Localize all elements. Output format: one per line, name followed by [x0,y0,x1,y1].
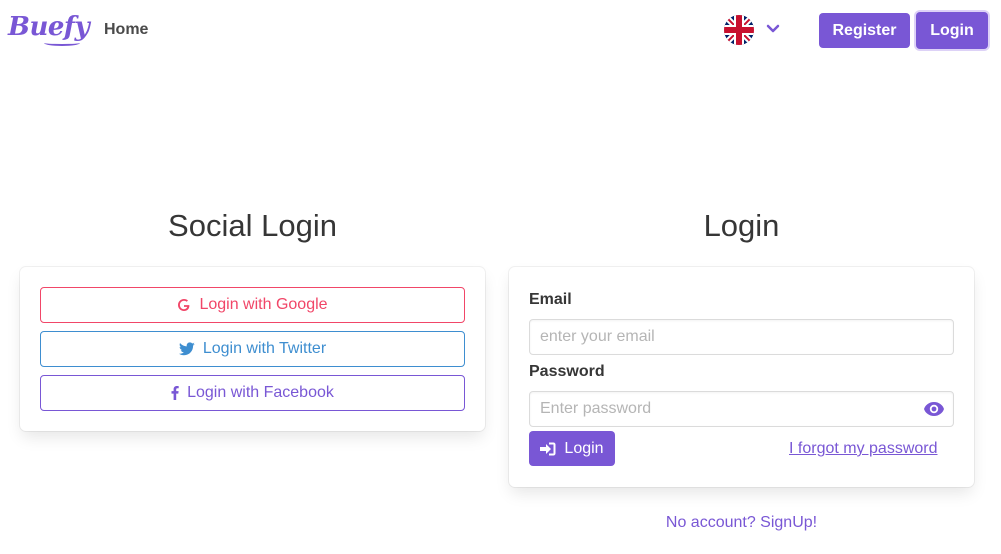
google-button-label: Login with Google [199,296,328,313]
login-with-twitter-button[interactable]: Login with Twitter [40,331,465,367]
social-login-box: Login with Google Login with Twitter Log… [20,267,485,431]
logo-swash [44,40,80,46]
twitter-button-label: Login with Twitter [202,340,327,357]
login-form-box: Email Password Login I forgot my passwor… [509,267,974,487]
chevron-down-icon [766,21,780,39]
nav-home-link[interactable]: Home [104,21,148,39]
social-login-title: Social Login [168,208,337,243]
login-with-facebook-button[interactable]: Login with Facebook [40,375,465,411]
password-label: Password [529,363,605,380]
brand-logo[interactable]: Buefy [8,12,90,42]
email-field[interactable] [529,319,954,355]
facebook-button-label: Login with Facebook [187,384,334,401]
login-nav-button[interactable]: Login [916,12,988,49]
eye-icon[interactable] [923,401,945,422]
language-selector[interactable] [724,14,784,46]
google-icon [177,298,191,312]
forgot-password-link[interactable]: I forgot my password [789,440,938,458]
email-label: Email [529,291,572,308]
signup-link[interactable]: No account? SignUp! [509,514,974,532]
login-submit-button[interactable]: Login [529,431,615,466]
twitter-icon [178,342,195,356]
password-field[interactable] [529,391,954,427]
sign-in-icon [540,442,556,456]
login-title: Login [703,208,780,243]
register-button[interactable]: Register [819,13,910,48]
navbar: Buefy Home Register Login [0,0,1001,62]
facebook-icon [171,386,179,400]
uk-flag-icon [724,15,754,45]
login-with-google-button[interactable]: Login with Google [40,287,465,323]
login-submit-label: Login [564,439,604,457]
